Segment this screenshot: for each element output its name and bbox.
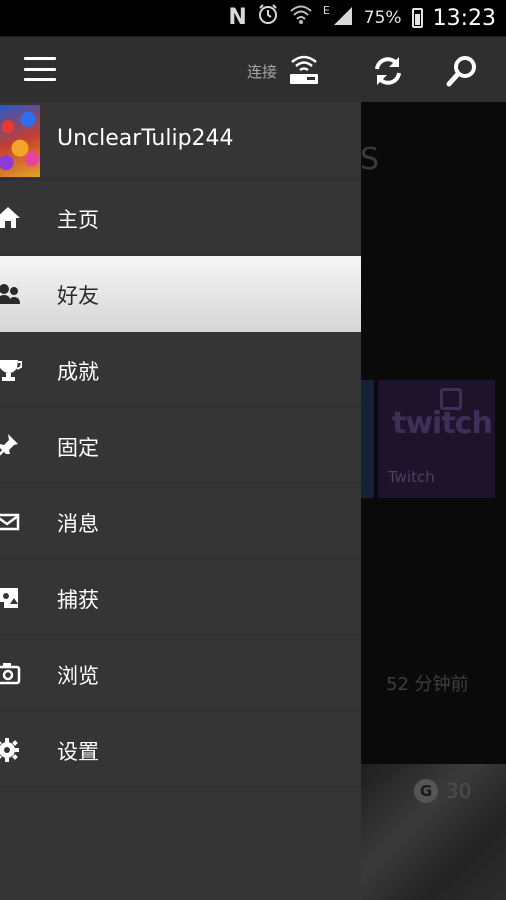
avatar <box>0 105 40 177</box>
drawer-item-messages[interactable]: 消息 <box>0 484 361 560</box>
gamerscore-icon: G <box>414 779 438 803</box>
clock: 13:23 <box>432 5 496 31</box>
drawer-item-captures[interactable]: 捕获 <box>0 560 361 636</box>
connect-button[interactable]: 连接 <box>247 51 321 91</box>
home-icon <box>0 206 22 230</box>
battery-icon <box>411 8 423 28</box>
username: UnclearTulip244 <box>57 126 234 151</box>
network-type: E <box>322 4 330 17</box>
twitch-logo: twitch <box>392 406 493 441</box>
activity-timestamp: 52 分钟前 <box>386 674 469 695</box>
friends-icon <box>0 282 22 306</box>
background-heading-fragment: S <box>360 142 380 177</box>
app-bar: 连接 <box>0 36 506 102</box>
drawer-item-label: 设置 <box>57 740 99 764</box>
console-connect-icon <box>287 52 321 90</box>
drawer-item-settings[interactable]: 设置 <box>0 712 361 788</box>
drawer-item-label: 成就 <box>57 360 99 384</box>
envelope-icon <box>0 510 22 534</box>
drawer-item-friends[interactable]: 好友 <box>0 256 361 332</box>
cell-signal-icon <box>332 0 354 36</box>
drawer-item-achievements[interactable]: 成就 <box>0 332 361 408</box>
alarm-icon <box>257 0 279 36</box>
pin-icon <box>0 434 22 458</box>
battery-percent: 75% <box>363 8 402 28</box>
gear-icon <box>0 738 22 762</box>
drawer-item-label: 好友 <box>57 284 99 308</box>
drawer-item-pins[interactable]: 固定 <box>0 408 361 484</box>
drawer-item-label: 消息 <box>57 512 99 536</box>
hamburger-menu-icon[interactable] <box>24 57 56 81</box>
gamerscore-value: 30 <box>446 779 472 803</box>
trophy-icon <box>0 358 24 382</box>
drawer-item-home[interactable]: 主页 <box>0 180 361 256</box>
search-icon[interactable] <box>444 53 480 89</box>
background-tile <box>360 380 374 498</box>
drawer-item-label: 捕获 <box>57 588 99 612</box>
connect-label: 连接 <box>247 62 278 81</box>
twitch-tile-label: Twitch <box>388 468 435 486</box>
wifi-icon <box>289 0 313 36</box>
drawer-item-browse[interactable]: 浏览 <box>0 636 361 712</box>
drawer-item-label: 浏览 <box>57 664 99 688</box>
navigation-drawer: UnclearTulip244 主页 好友 成就 固定 消息 捕获 浏览 设置 <box>0 102 361 900</box>
capture-icon <box>0 586 22 610</box>
browse-icon <box>0 662 22 686</box>
drawer-item-label: 主页 <box>57 208 99 232</box>
nfc-icon: N <box>228 5 247 30</box>
drawer-item-label: 固定 <box>57 436 99 460</box>
status-bar: N E 75% 13:23 <box>0 0 506 36</box>
profile-header[interactable]: UnclearTulip244 <box>0 102 361 180</box>
gamerscore: G 30 <box>414 779 471 803</box>
refresh-icon[interactable] <box>370 53 406 89</box>
twitch-tile[interactable]: twitch Twitch <box>378 380 495 498</box>
